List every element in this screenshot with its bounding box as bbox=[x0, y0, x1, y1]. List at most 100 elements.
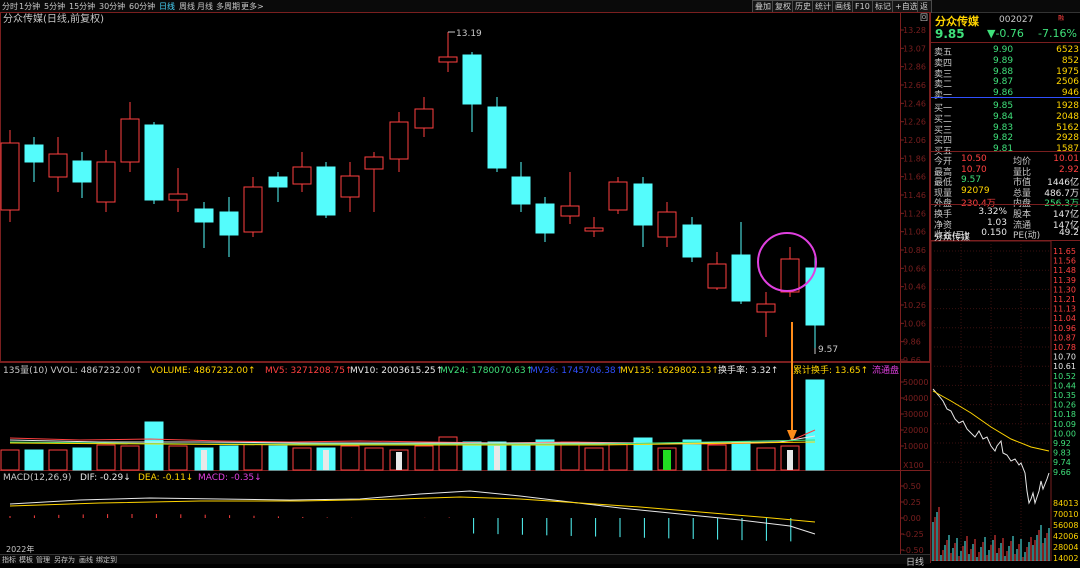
candle-body bbox=[731, 254, 751, 302]
intraday-vol-tick-label: 14002 bbox=[1053, 554, 1078, 561]
intraday-tick-label: 11.65 bbox=[1053, 247, 1076, 256]
stat-value: 2.92 bbox=[1058, 164, 1079, 175]
intraday-tick-label: 10.78 bbox=[1053, 343, 1076, 352]
candle-body bbox=[0, 142, 20, 211]
period-tab-monthly[interactable]: 月线 bbox=[197, 1, 213, 12]
price-tick-label: 12.26 bbox=[903, 118, 926, 127]
macd-dif-line bbox=[9, 490, 816, 535]
macd-axis: 0.50 0.25 0.00 -0.25 -0.50 bbox=[900, 482, 924, 555]
vol-tick-label: 10000 bbox=[903, 442, 928, 451]
candle-body bbox=[194, 208, 214, 223]
candle-body bbox=[438, 56, 458, 63]
period-tab-5min[interactable]: 5分钟 bbox=[44, 1, 65, 12]
chart-canvas[interactable]: 13.28 13.07 12.86 12.66 12.46 12.26 12.06 11.86… bbox=[0, 12, 930, 555]
candle-body bbox=[144, 124, 164, 201]
price-change-pct: -7.16% bbox=[1038, 27, 1077, 40]
tab-manage[interactable]: 管理 bbox=[36, 555, 50, 565]
stat-value: 49.2 bbox=[1058, 228, 1079, 238]
intraday-tick-label: 10.35 bbox=[1053, 391, 1076, 400]
intraday-axis: 11.6511.5611.4811.3911.3011.2111.1311.04… bbox=[1053, 247, 1078, 561]
volume-bar bbox=[243, 443, 263, 471]
macd-header-dea: DEA: -0.11↓ bbox=[138, 473, 193, 483]
period-tab-intraday[interactable]: 分时 bbox=[2, 1, 18, 12]
price-tick-label: 11.26 bbox=[903, 209, 926, 218]
candle-body bbox=[292, 166, 312, 185]
vol-header-mv5: MV5: 3271208.75↑ bbox=[265, 366, 352, 376]
intraday-tick-label: 9.74 bbox=[1053, 458, 1071, 467]
tab-save-as[interactable]: 另存为 bbox=[54, 555, 75, 565]
orderbook-price: 9.84 bbox=[993, 111, 1014, 122]
macd-histogram bbox=[9, 514, 792, 542]
stat-value: 9.57 bbox=[961, 175, 982, 185]
margin-badge: 融 bbox=[1058, 15, 1065, 22]
stat-value: 92079 bbox=[961, 185, 990, 196]
candle-body bbox=[120, 118, 140, 163]
macd-tick-label: -0.25 bbox=[903, 530, 924, 539]
price-tick-label: 10.46 bbox=[903, 283, 926, 292]
stat-value: 10.50 bbox=[961, 154, 987, 164]
intraday-vol-tick-label: 84013 bbox=[1053, 499, 1078, 508]
price-tick-label: 12.86 bbox=[903, 63, 926, 72]
orderbook-price: 9.87 bbox=[993, 77, 1014, 88]
period-tab-more[interactable]: 更多> bbox=[241, 1, 264, 12]
volume-bar bbox=[731, 441, 751, 471]
volume-bar bbox=[682, 439, 702, 471]
volume-bar bbox=[462, 441, 482, 471]
candle-body bbox=[805, 267, 825, 326]
price-change: ▼-0.76 bbox=[987, 27, 1024, 40]
period-tab-1min[interactable]: 1分钟 bbox=[19, 1, 40, 12]
price-tick-label: 12.66 bbox=[903, 81, 926, 90]
vol-unit-label: X100 bbox=[903, 461, 924, 470]
intraday-tick-label: 10.52 bbox=[1053, 372, 1076, 381]
candle-body bbox=[389, 121, 409, 160]
orderbook-price: 9.89 bbox=[993, 55, 1014, 66]
volume-bar bbox=[219, 445, 239, 471]
period-tab-weekly[interactable]: 周线 bbox=[179, 1, 195, 12]
vol-header-turnover: 换手率: 3.32↑ bbox=[718, 364, 778, 376]
volume-bar bbox=[364, 447, 384, 471]
macd-header-dif: DIF: -0.29↓ bbox=[80, 473, 131, 483]
volume-bar bbox=[584, 447, 604, 471]
chart-title: 分众传媒(日线,前复权) bbox=[3, 12, 104, 25]
period-tab-60min[interactable]: 60分钟 bbox=[129, 1, 155, 12]
tab-template[interactable]: 模板 bbox=[19, 555, 33, 565]
tab-draw[interactable]: 画线 bbox=[79, 555, 93, 565]
intraday-tick-label: 9.83 bbox=[1053, 449, 1071, 458]
orderbook-volume: 6523 bbox=[1056, 45, 1079, 55]
intraday-chart[interactable]: 11.6511.5611.4811.3911.3011.2111.1311.04… bbox=[931, 241, 1080, 561]
candle-body bbox=[608, 181, 628, 211]
current-price: 9.85 bbox=[935, 27, 965, 41]
period-tab-multi[interactable]: 多周期 bbox=[216, 1, 240, 12]
volume-marker bbox=[494, 446, 500, 470]
macd-dea-line bbox=[9, 496, 816, 523]
candle-body bbox=[535, 203, 555, 234]
candle-body bbox=[511, 176, 531, 205]
period-tab-daily[interactable]: 日线 bbox=[159, 1, 175, 12]
price-tick-label: 11.66 bbox=[903, 173, 926, 182]
candle-body bbox=[780, 258, 800, 293]
price-tick-label: 11.46 bbox=[903, 191, 926, 200]
candle-body bbox=[96, 161, 116, 203]
candle-body bbox=[414, 108, 434, 129]
tab-indicator[interactable]: 指标 bbox=[2, 555, 16, 565]
intraday-tick-label: 11.21 bbox=[1053, 295, 1076, 304]
price-tick-label: 10.86 bbox=[903, 246, 926, 255]
volume-bar bbox=[96, 444, 116, 471]
tab-bind[interactable]: 绑定到 bbox=[96, 555, 117, 565]
period-tab-30min[interactable]: 30分钟 bbox=[99, 1, 125, 12]
vol-tick-label: 50000 bbox=[903, 378, 928, 387]
intraday-tick-label: 10.70 bbox=[1053, 353, 1076, 362]
volume-bar bbox=[707, 444, 727, 471]
vol-tick-label: 20000 bbox=[903, 426, 928, 435]
vol-header-cum-turnover: 累计换手: 13.65↑ bbox=[793, 364, 868, 376]
candle-body bbox=[48, 153, 68, 178]
orderbook-price: 9.85 bbox=[993, 101, 1014, 111]
price-axis: 13.28 13.07 12.86 12.66 12.46 12.26 12.06 11.86… bbox=[900, 26, 926, 365]
bottom-period-label: 日线 bbox=[906, 558, 925, 568]
candle-body bbox=[219, 211, 239, 236]
intraday-tick-label: 10.44 bbox=[1053, 381, 1076, 390]
candlesticks bbox=[0, 32, 825, 348]
period-tab-15min[interactable]: 15分钟 bbox=[69, 1, 95, 12]
intraday-tick-label: 10.26 bbox=[1053, 401, 1076, 410]
volume-bar bbox=[0, 449, 20, 471]
